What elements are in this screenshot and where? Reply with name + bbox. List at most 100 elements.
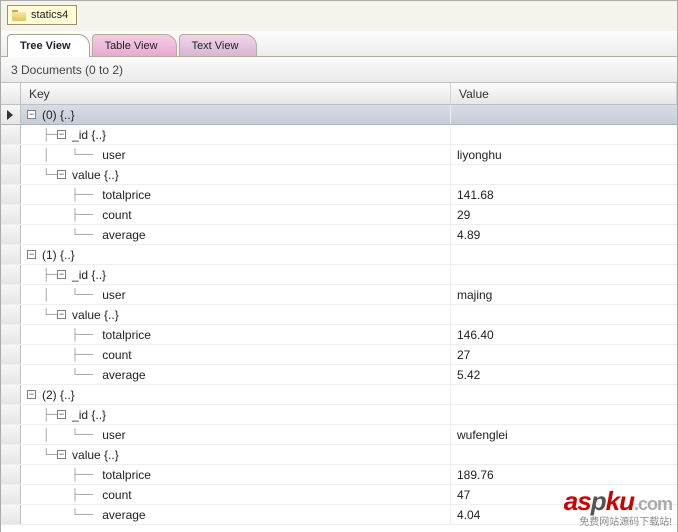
- row-gutter: [1, 405, 21, 424]
- expand-toggle-icon[interactable]: [57, 410, 66, 419]
- row-gutter: [1, 265, 21, 284]
- tree-node-value[interactable]: └─value {..}: [1, 445, 677, 465]
- row-gutter: [1, 365, 21, 384]
- row-gutter: [1, 505, 21, 524]
- tree-node-id[interactable]: ├─_id {..}: [1, 125, 677, 145]
- doc-label: (2) {..}: [40, 385, 75, 405]
- value-label: value {..}: [70, 445, 119, 465]
- folder-icon: [12, 10, 26, 21]
- row-gutter: [1, 245, 21, 264]
- doc-label: (1) {..}: [40, 245, 75, 265]
- count-key: count: [100, 485, 131, 505]
- row-gutter: [1, 485, 21, 504]
- collection-name: statics4: [31, 9, 68, 21]
- tree-leaf-user[interactable]: │ └── user majing: [1, 285, 677, 305]
- row-gutter: [1, 425, 21, 444]
- tree-node-id[interactable]: ├─_id {..}: [1, 265, 677, 285]
- average-value: 5.42: [451, 365, 677, 384]
- row-marker-current: [1, 105, 21, 124]
- totalprice-key: totalprice: [100, 185, 151, 205]
- tree-leaf-average[interactable]: └── average 4.89: [1, 225, 677, 245]
- tab-text-view[interactable]: Text View: [179, 34, 258, 56]
- totalprice-value: 189.76: [451, 465, 677, 484]
- tree-leaf-average[interactable]: └── average 5.42: [1, 365, 677, 385]
- expand-toggle-icon[interactable]: [57, 310, 66, 319]
- current-row-icon: [7, 110, 13, 120]
- user-key: user: [100, 145, 125, 165]
- average-key: average: [100, 505, 145, 525]
- count-key: count: [100, 345, 131, 365]
- user-value: wufenglei: [451, 425, 677, 444]
- tree-leaf-average[interactable]: └── average 4.04: [1, 505, 677, 525]
- doc-label: (0) {..}: [40, 105, 75, 125]
- user-value: liyonghu: [451, 145, 677, 164]
- tree-leaf-totalprice[interactable]: ├── totalprice 141.68: [1, 185, 677, 205]
- expand-toggle-icon[interactable]: [27, 250, 36, 259]
- user-key: user: [100, 285, 125, 305]
- user-key: user: [100, 425, 125, 445]
- value-label: value {..}: [70, 305, 119, 325]
- doc-row[interactable]: (2) {..}: [1, 385, 677, 405]
- doc-row[interactable]: (1) {..}: [1, 245, 677, 265]
- row-gutter: [1, 225, 21, 244]
- average-key: average: [100, 365, 145, 385]
- id-label: _id {..}: [70, 405, 106, 425]
- value-column-header[interactable]: Value: [451, 83, 677, 104]
- view-tabs: Tree View Table View Text View: [1, 31, 677, 57]
- count-value: 29: [451, 205, 677, 224]
- totalprice-value: 141.68: [451, 185, 677, 204]
- expand-toggle-icon[interactable]: [57, 270, 66, 279]
- row-gutter: [1, 325, 21, 344]
- tree-leaf-count[interactable]: ├── count 47: [1, 485, 677, 505]
- row-gutter: [1, 205, 21, 224]
- id-label: _id {..}: [70, 265, 106, 285]
- count-key: count: [100, 205, 131, 225]
- row-gutter: [1, 305, 21, 324]
- tree-node-id[interactable]: ├─_id {..}: [1, 405, 677, 425]
- count-value: 47: [451, 485, 677, 504]
- totalprice-key: totalprice: [100, 325, 151, 345]
- tree-leaf-user[interactable]: │ └── user wufenglei: [1, 425, 677, 445]
- user-value: majing: [451, 285, 677, 304]
- row-gutter: [1, 185, 21, 204]
- totalprice-value: 146.40: [451, 325, 677, 344]
- value-label: value {..}: [70, 165, 119, 185]
- totalprice-key: totalprice: [100, 465, 151, 485]
- average-value: 4.04: [451, 505, 677, 524]
- row-gutter: [1, 145, 21, 164]
- key-column-header[interactable]: Key: [21, 83, 451, 104]
- doc-value: [451, 105, 677, 124]
- tree-leaf-user[interactable]: │ └── user liyonghu: [1, 145, 677, 165]
- row-gutter: [1, 165, 21, 184]
- tree-leaf-count[interactable]: ├── count 29: [1, 205, 677, 225]
- tree-node-value[interactable]: └─value {..}: [1, 165, 677, 185]
- gutter-header: [1, 83, 21, 104]
- row-gutter: [1, 285, 21, 304]
- tab-table-view[interactable]: Table View: [92, 34, 177, 56]
- column-headers: Key Value: [1, 83, 677, 105]
- tree-node-value[interactable]: └─value {..}: [1, 305, 677, 325]
- expand-toggle-icon[interactable]: [57, 450, 66, 459]
- count-value: 27: [451, 345, 677, 364]
- row-gutter: [1, 345, 21, 364]
- row-gutter: [1, 465, 21, 484]
- collection-title-bar: statics4: [1, 1, 677, 31]
- expand-toggle-icon[interactable]: [27, 110, 36, 119]
- document-count: 3 Documents (0 to 2): [1, 57, 677, 83]
- tree-grid: (0) {..} ├─_id {..} │ └── user liyonghu …: [1, 105, 677, 525]
- doc-row[interactable]: (0) {..}: [1, 105, 677, 125]
- expand-toggle-icon[interactable]: [57, 130, 66, 139]
- tree-leaf-count[interactable]: ├── count 27: [1, 345, 677, 365]
- tab-tree-view[interactable]: Tree View: [7, 34, 90, 57]
- tree-leaf-totalprice[interactable]: ├── totalprice 189.76: [1, 465, 677, 485]
- expand-toggle-icon[interactable]: [27, 390, 36, 399]
- row-gutter: [1, 125, 21, 144]
- collection-tab[interactable]: statics4: [7, 5, 77, 25]
- tree-leaf-totalprice[interactable]: ├── totalprice 146.40: [1, 325, 677, 345]
- row-gutter: [1, 385, 21, 404]
- expand-toggle-icon[interactable]: [57, 170, 66, 179]
- id-label: _id {..}: [70, 125, 106, 145]
- average-value: 4.89: [451, 225, 677, 244]
- row-gutter: [1, 445, 21, 464]
- average-key: average: [100, 225, 145, 245]
